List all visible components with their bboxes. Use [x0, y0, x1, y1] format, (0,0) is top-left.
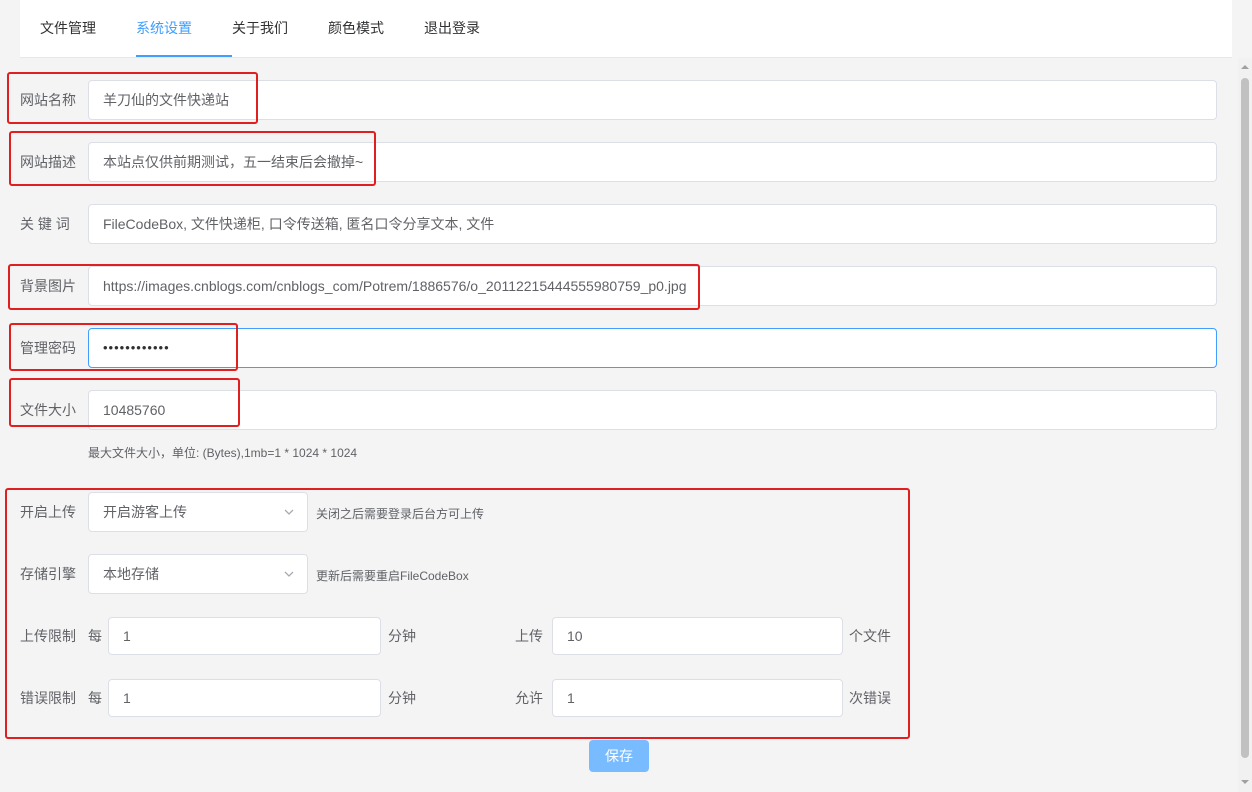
error-limit-minutes-unit: 分钟: [388, 690, 416, 706]
scrollbar-thumb[interactable]: [1241, 78, 1249, 758]
admin-password-input[interactable]: ••••••••••••: [88, 328, 1217, 368]
error-limit-prefix: 每: [88, 690, 102, 706]
storage-engine-select[interactable]: 本地存储: [88, 554, 308, 594]
chevron-down-icon: [284, 571, 294, 577]
admin-password-label: 管理密码: [20, 340, 76, 356]
site-name-label: 网站名称: [20, 92, 76, 108]
error-limit-count-input[interactable]: 1: [552, 679, 843, 717]
keywords-label: 关 键 词: [20, 216, 70, 232]
site-description-input[interactable]: 本站点仅供前期测试，五一结束后会撤掉~: [88, 142, 1217, 182]
settings-tabbar: 文件管理 系统设置 关于我们 颜色模式 退出登录: [20, 0, 1232, 58]
site-name-input[interactable]: 羊刀仙的文件快递站: [88, 80, 1217, 120]
upload-limit-count-unit: 个文件: [849, 628, 891, 644]
upload-limit-minutes-unit: 分钟: [388, 628, 416, 644]
active-tab-indicator: [136, 55, 232, 57]
storage-engine-selected: 本地存储: [103, 566, 159, 582]
tab-about-us[interactable]: 关于我们: [232, 0, 288, 58]
site-description-label: 网站描述: [20, 154, 76, 170]
storage-engine-label: 存储引擎: [20, 566, 76, 582]
chevron-down-icon: [284, 509, 294, 515]
upload-limit-mid-label: 上传: [515, 628, 543, 644]
save-button[interactable]: 保存: [589, 740, 649, 772]
enable-upload-hint: 关闭之后需要登录后台方可上传: [316, 507, 485, 521]
enable-upload-label: 开启上传: [20, 504, 76, 520]
upload-limit-label: 上传限制: [20, 628, 76, 644]
file-size-hint: 最大文件大小，单位: (Bytes),1mb=1 * 1024 * 1024: [88, 446, 358, 460]
enable-upload-selected: 开启游客上传: [103, 504, 187, 520]
tab-logout[interactable]: 退出登录: [424, 0, 480, 58]
scroll-up-icon[interactable]: [1240, 62, 1250, 72]
tab-file-management[interactable]: 文件管理: [40, 0, 96, 58]
file-size-label: 文件大小: [20, 402, 76, 418]
keywords-input[interactable]: FileCodeBox, 文件快递柜, 口令传送箱, 匿名口令分享文本, 文件: [88, 204, 1217, 244]
background-image-label: 背景图片: [20, 278, 76, 294]
error-limit-count-unit: 次错误: [849, 690, 891, 706]
tab-color-mode[interactable]: 颜色模式: [328, 0, 384, 58]
upload-limit-count-input[interactable]: 10: [552, 617, 843, 655]
scroll-down-icon[interactable]: [1240, 777, 1250, 787]
enable-upload-select[interactable]: 开启游客上传: [88, 492, 308, 532]
upload-limit-minutes-input[interactable]: 1: [108, 617, 381, 655]
error-limit-mid-label: 允许: [515, 690, 543, 706]
tab-system-settings[interactable]: 系统设置: [136, 0, 192, 58]
error-limit-minutes-input[interactable]: 1: [108, 679, 381, 717]
background-image-input[interactable]: https://images.cnblogs.com/cnblogs_com/P…: [88, 266, 1217, 306]
storage-engine-hint: 更新后需要重启FileCodeBox: [316, 569, 469, 583]
file-size-input[interactable]: 10485760: [88, 390, 1217, 430]
upload-limit-prefix: 每: [88, 628, 102, 644]
error-limit-label: 错误限制: [20, 690, 76, 706]
